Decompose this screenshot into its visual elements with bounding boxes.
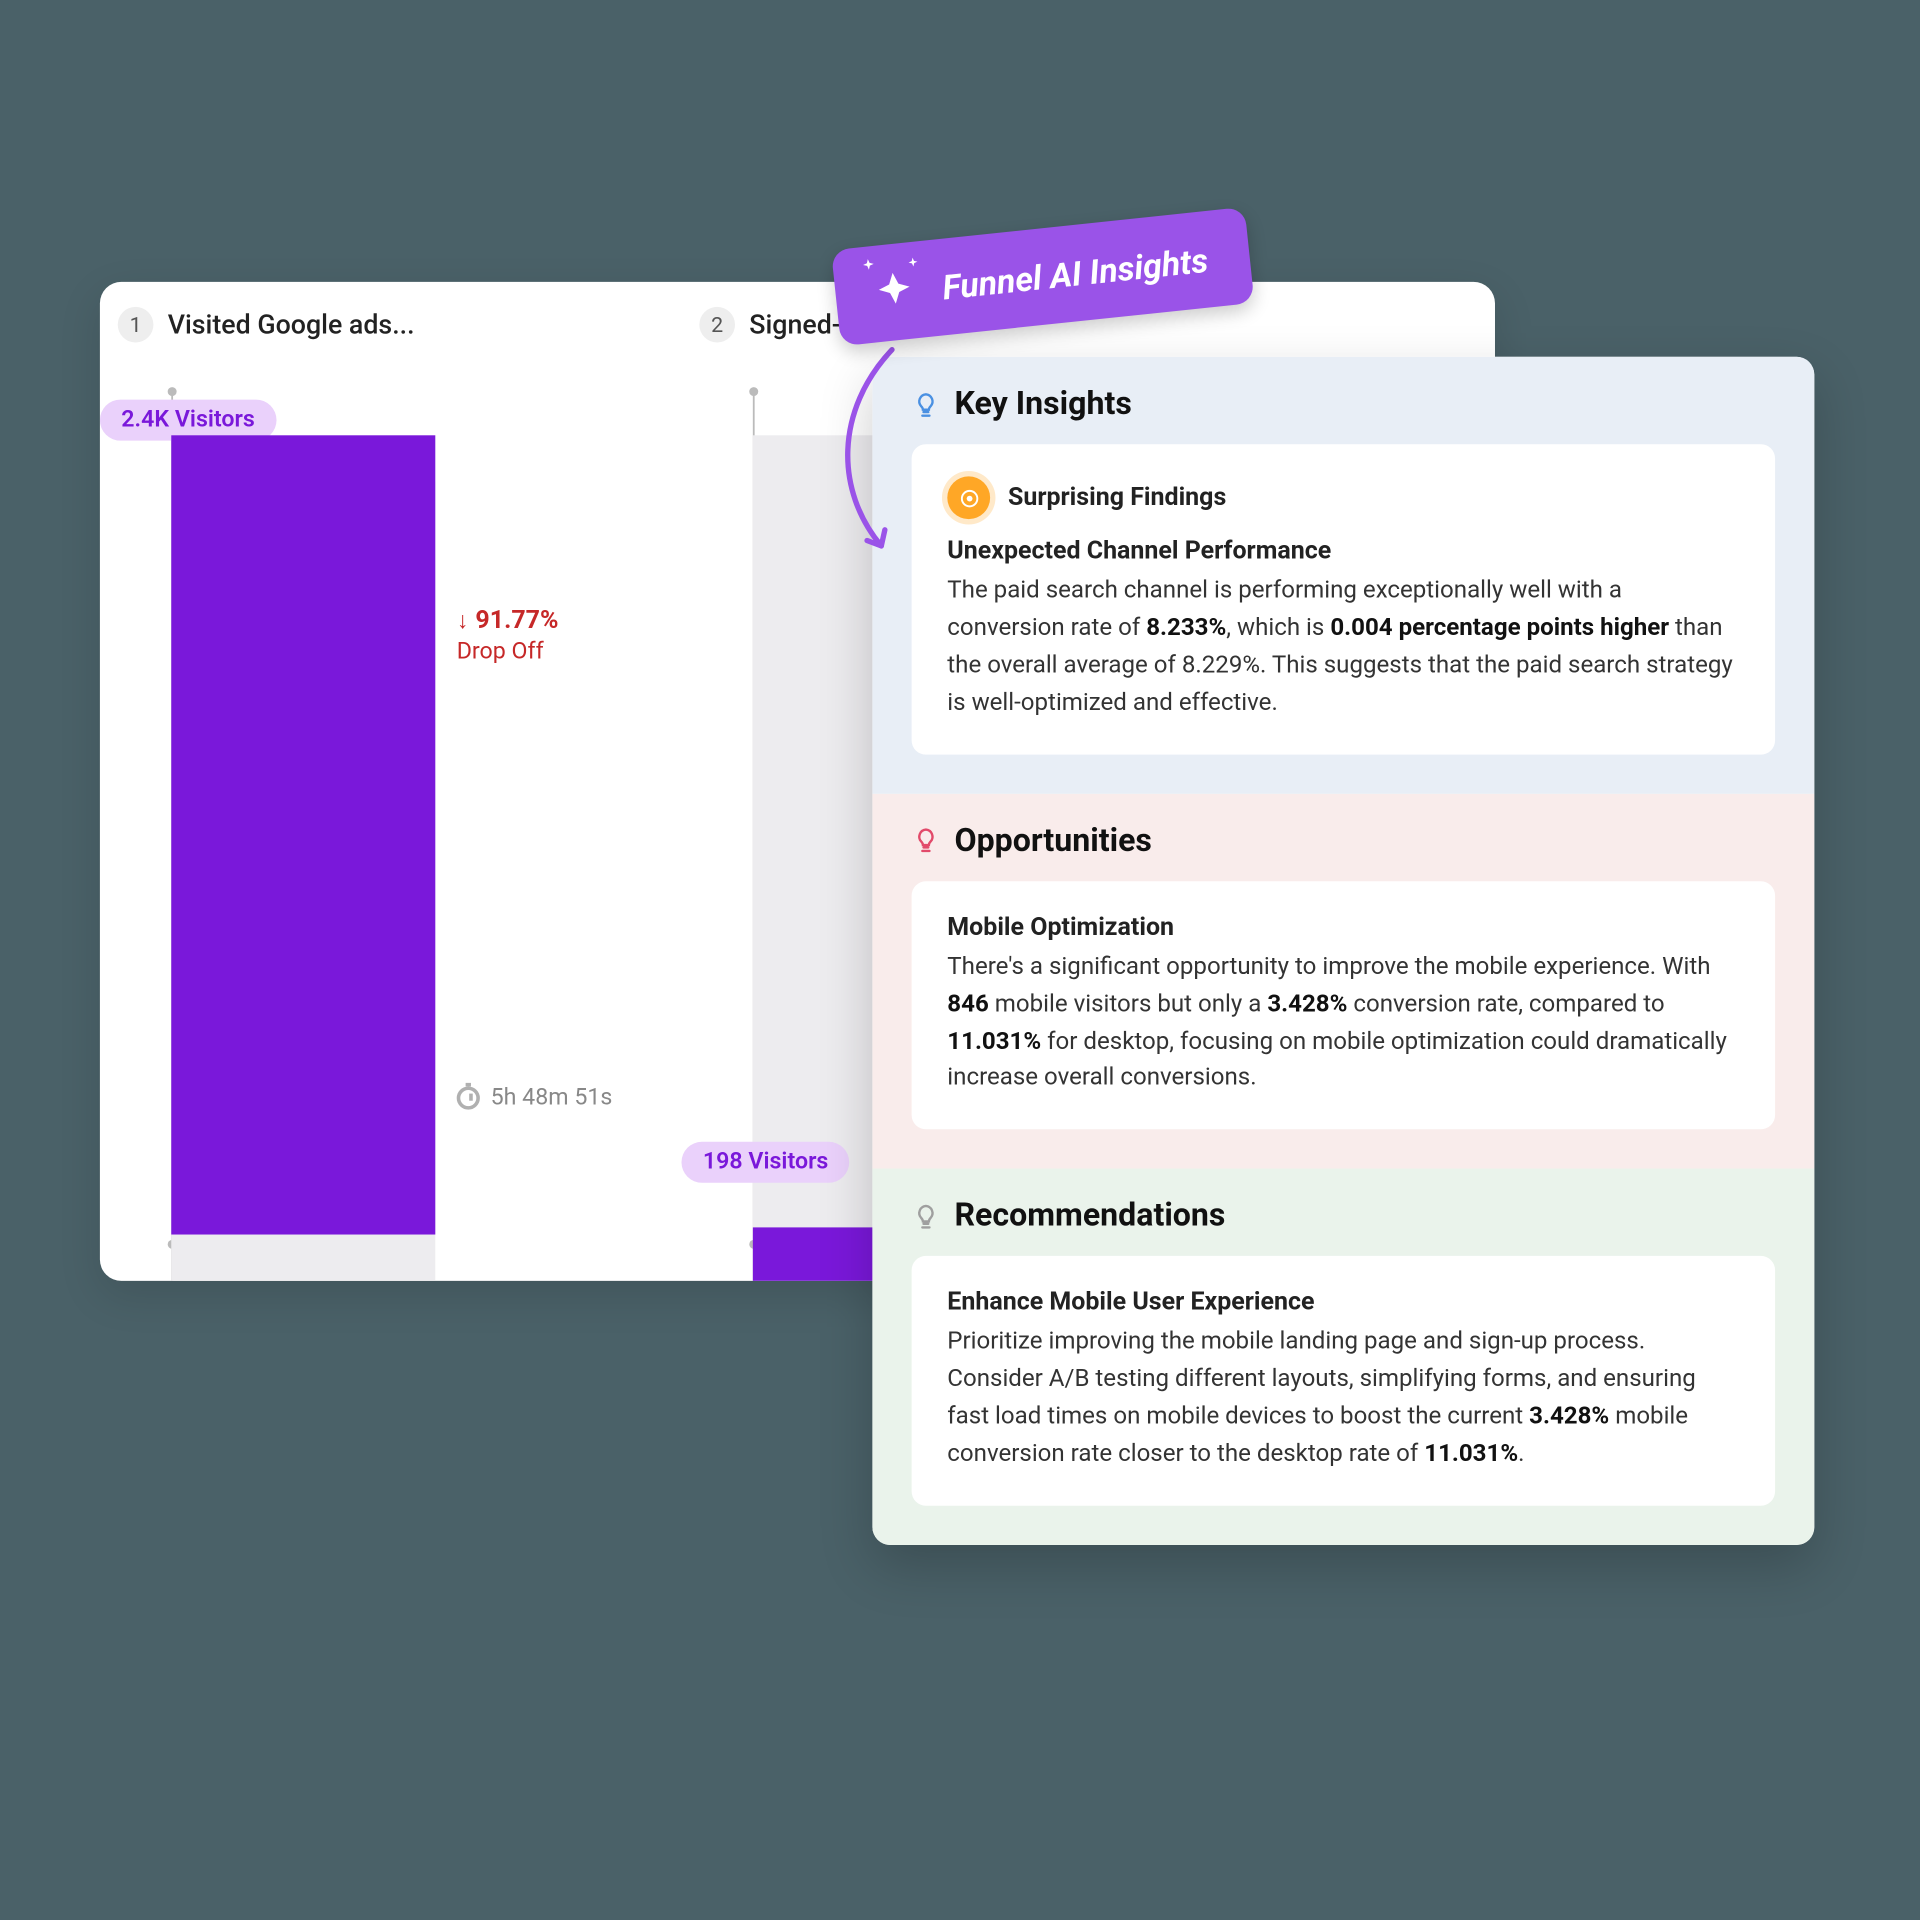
card-body: There's a significant opportunity to imp… [947,949,1739,1098]
section-opportunities: Opportunities Mobile Optimization There'… [872,793,1814,1169]
dropoff-percent: 91.77% [475,607,558,636]
card-body: The paid search channel is performing ex… [947,573,1739,722]
dropoff-metric: ↓ 91.77% Drop Off [457,607,662,666]
arrow-curve-icon [821,339,964,571]
step-number-badge: 1 [118,307,154,343]
section-title: Key Insights [954,385,1131,422]
visitors-pill: 198 Visitors [681,1142,849,1183]
dropoff-label: Drop Off [457,639,662,666]
stopwatch-icon [457,1086,480,1109]
arrow-down-icon: ↓ [457,607,469,636]
insight-card: Surprising Findings Unexpected Channel P… [912,444,1775,754]
section-title: Opportunities [954,822,1151,859]
step-number-badge: 2 [699,307,735,343]
card-subtitle: Mobile Optimization [947,913,1739,942]
section-key-insights: Key Insights Surprising Findings Unexpec… [872,357,1814,794]
avg-time-metric: 5h 48m 51s [457,1085,613,1112]
insight-card: Enhance Mobile User Experience Prioritiz… [912,1257,1775,1506]
lightbulb-icon [912,1202,941,1231]
ai-insights-label-text: Funnel AI Insights [940,239,1209,308]
avg-time-value: 5h 48m 51s [491,1085,613,1112]
lightbulb-icon [912,826,941,855]
card-badge-text: Surprising Findings [1008,483,1226,512]
ai-insights-panel: Key Insights Surprising Findings Unexpec… [872,357,1814,1545]
card-subtitle: Unexpected Channel Performance [947,537,1739,566]
card-subtitle: Enhance Mobile User Experience [947,1289,1739,1318]
card-body: Prioritize improving the mobile landing … [947,1324,1739,1473]
sparkle-icon [861,259,928,326]
bar-foreground [171,435,435,1234]
step-title: Visited Google ads... [168,309,415,341]
insight-card: Mobile Optimization There's a significan… [912,881,1775,1130]
section-title: Recommendations [954,1198,1225,1235]
section-recommendations: Recommendations Enhance Mobile User Expe… [872,1169,1814,1545]
funnel-step-1: 1 Visited Google ads... 2.4K Visitors ↓ … [100,282,682,1281]
